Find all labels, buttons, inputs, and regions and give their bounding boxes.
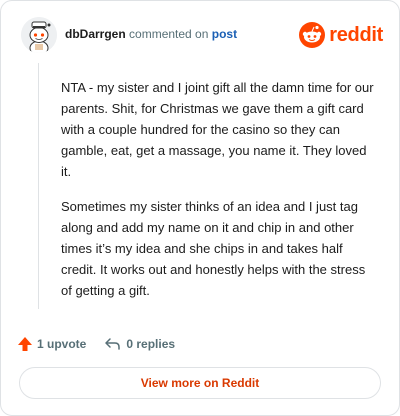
avatar[interactable] (21, 17, 57, 53)
commented-on-label: commented on (129, 27, 209, 41)
upvote-count: 1 upvote (37, 337, 87, 351)
comment-header: dbDarrgen commented on post reddit (21, 17, 383, 53)
post-link[interactable]: post (212, 27, 237, 41)
comment-actions: 1 upvote 0 replies (17, 333, 193, 355)
view-more-button[interactable]: View more on Reddit (19, 367, 381, 399)
reply-arrow-icon (105, 338, 121, 350)
reddit-wordmark: reddit (329, 23, 383, 46)
replies-count: 0 replies (126, 337, 176, 351)
username-link[interactable]: dbDarrgen (65, 27, 126, 41)
comment-body: NTA - my sister and I joint gift all the… (61, 77, 379, 315)
snoo-avatar-icon (21, 17, 57, 53)
reddit-brand[interactable]: reddit (299, 21, 383, 49)
upvote-button[interactable]: 1 upvote (17, 336, 86, 352)
reddit-comment-embed-card: dbDarrgen commented on post reddit NTA -… (0, 0, 400, 416)
upvote-arrow-icon (18, 337, 32, 351)
comment-meta: dbDarrgen commented on post (65, 26, 237, 42)
thread-line (38, 63, 39, 309)
reddit-logo-icon (299, 22, 326, 48)
replies-button[interactable]: 0 replies (104, 336, 175, 352)
comment-paragraph: Sometimes my sister thinks of an idea an… (61, 199, 366, 298)
comment-paragraph: NTA - my sister and I joint gift all the… (61, 80, 374, 179)
